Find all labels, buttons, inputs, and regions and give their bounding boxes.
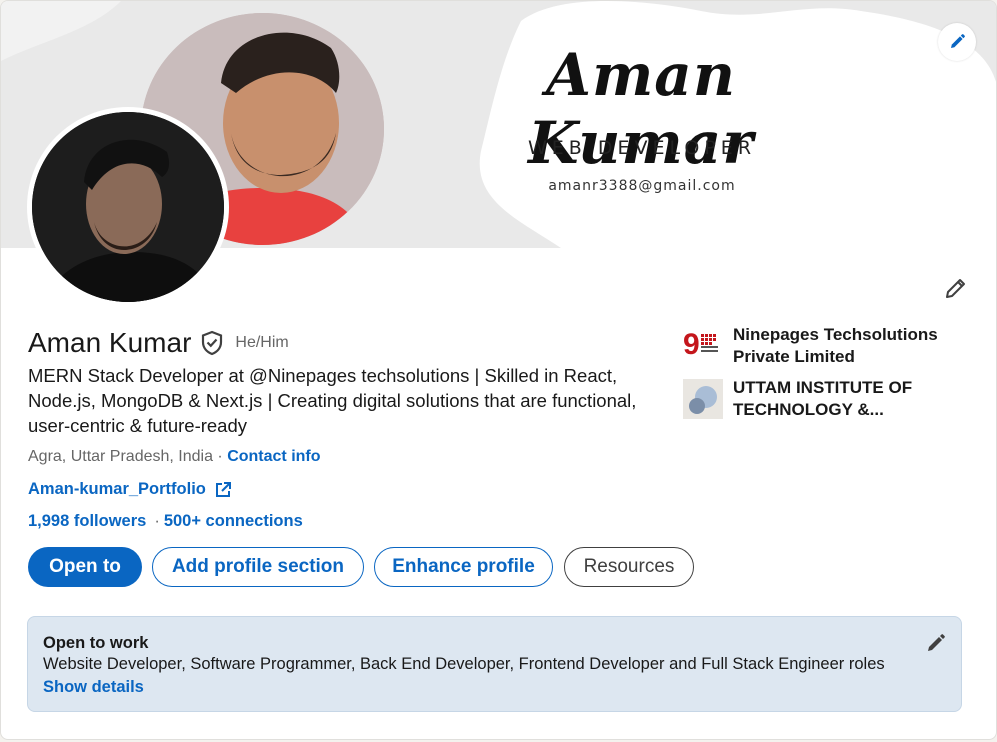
education-school[interactable]: UTTAM INSTITUTE OF TECHNOLOGY &... <box>683 377 963 421</box>
open-to-work-roles: Website Developer, Software Programmer, … <box>43 655 885 673</box>
profile-card: Aman Kumar WEB DEVELOPER amanr3388@gmail… <box>0 0 997 740</box>
location-row: Agra, Uttar Pradesh, India · Contact inf… <box>28 448 321 466</box>
network-stats: 1,998 followers · 500+ connections <box>28 512 303 531</box>
location: Agra, Uttar Pradesh, India <box>28 448 213 465</box>
ninepages-logo-icon: 9 <box>683 326 723 366</box>
show-details-link[interactable]: Show details <box>43 678 144 697</box>
school-logo-icon <box>683 379 723 419</box>
open-to-work-title: Open to work <box>43 634 149 652</box>
external-link-icon <box>215 481 231 497</box>
portfolio-label: Aman-kumar_Portfolio <box>28 480 206 498</box>
connections-link[interactable]: 500+ connections <box>164 512 303 530</box>
stats-separator: · <box>154 512 160 530</box>
edit-banner-button[interactable] <box>938 23 976 61</box>
portfolio-link[interactable]: Aman-kumar_Portfolio <box>28 480 232 499</box>
verified-shield-icon[interactable] <box>200 330 224 356</box>
banner-email: amanr3388@gmail.com <box>548 178 736 194</box>
svg-text:9: 9 <box>683 328 700 361</box>
profile-headline: MERN Stack Developer at @Ninepages techs… <box>28 365 637 436</box>
pencil-icon[interactable] <box>925 632 947 654</box>
location-separator: · <box>212 448 228 465</box>
contact-info-link[interactable]: Contact info <box>227 448 320 465</box>
edit-intro-button[interactable] <box>939 271 973 305</box>
current-company[interactable]: 9 Ninepages Techsolutions Private Limite… <box>683 324 963 368</box>
open-to-button[interactable]: Open to <box>28 547 142 587</box>
pencil-icon <box>946 279 965 298</box>
company-name: Ninepages Techsolutions Private Limited <box>733 325 938 366</box>
resources-button[interactable]: Resources <box>564 547 694 587</box>
pencil-icon <box>951 34 965 48</box>
add-profile-section-button[interactable]: Add profile section <box>152 547 364 587</box>
banner-role: WEB DEVELOPER <box>527 137 757 159</box>
avatar[interactable] <box>27 107 229 307</box>
name-row: Aman Kumar He/Him <box>28 326 289 360</box>
enhance-profile-button[interactable]: Enhance profile <box>374 547 553 587</box>
open-to-work-card: Open to work Website Developer, Software… <box>27 616 962 712</box>
school-name: UTTAM INSTITUTE OF TECHNOLOGY &... <box>733 378 913 419</box>
pronouns: He/Him <box>235 334 289 351</box>
profile-name: Aman Kumar <box>28 327 192 358</box>
followers-link[interactable]: 1,998 followers <box>28 512 146 530</box>
